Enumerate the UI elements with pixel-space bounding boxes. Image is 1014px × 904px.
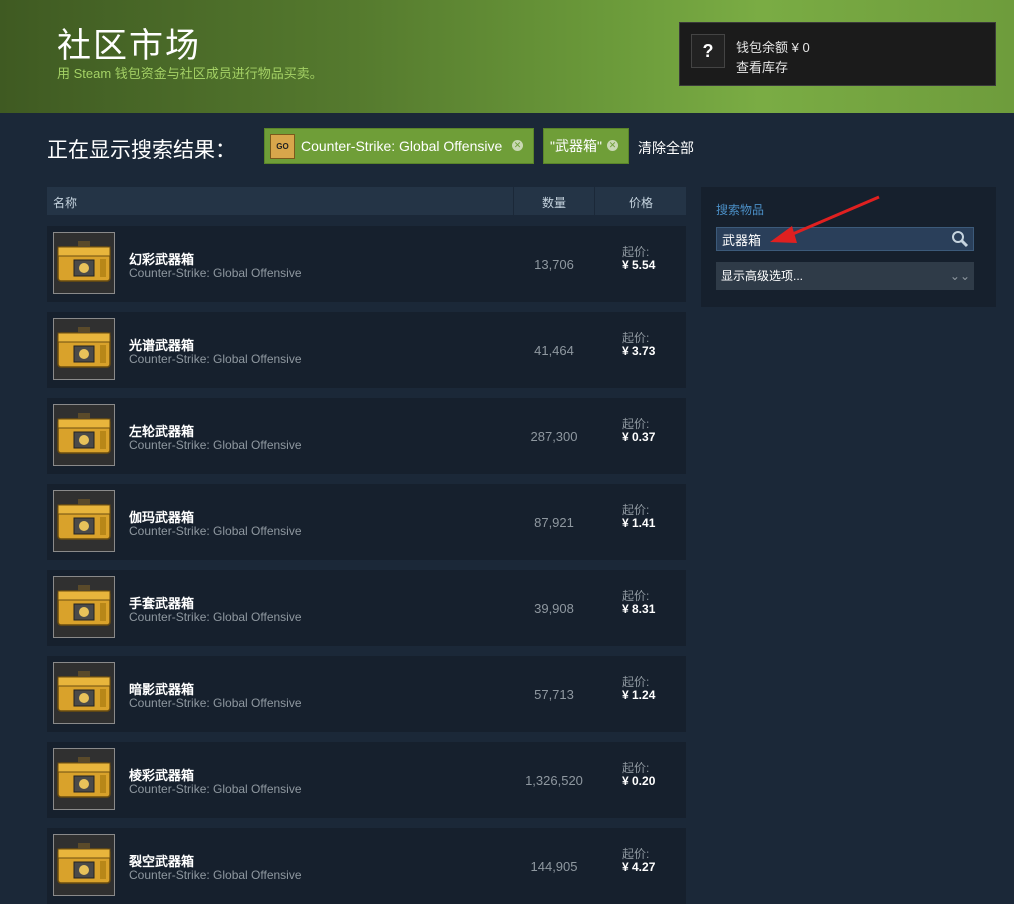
- market-listing-row[interactable]: 伽玛武器箱 Counter-Strike: Global Offensive 87,…: [47, 484, 686, 560]
- advanced-options-toggle[interactable]: 显示高级选项... ⌄⌄: [716, 262, 974, 290]
- search-input[interactable]: [717, 228, 945, 250]
- filter-chip-term-label: "武器箱": [550, 138, 602, 154]
- listing-quantity: 144,905: [530, 859, 578, 874]
- listing-game: Counter-Strike: Global Offensive: [129, 266, 302, 280]
- weapon-case-thumbnail[interactable]: [53, 834, 115, 896]
- listing-game: Counter-Strike: Global Offensive: [129, 352, 302, 366]
- listing-quantity: 287,300: [530, 429, 578, 444]
- listing-column-header: 名称 数量 价格: [47, 187, 686, 215]
- market-listing-row[interactable]: 左轮武器箱 Counter-Strike: Global Offensive 287…: [47, 398, 686, 474]
- market-listing-row[interactable]: 手套武器箱 Counter-Strike: Global Offensive 39,…: [47, 570, 686, 646]
- market-listing-row[interactable]: 棱彩武器箱 Counter-Strike: Global Offensive 1,3…: [47, 742, 686, 818]
- column-divider: [513, 187, 514, 215]
- listing-game: Counter-Strike: Global Offensive: [129, 782, 302, 796]
- listing-game: Counter-Strike: Global Offensive: [129, 696, 302, 710]
- listing-quantity: 87,921: [534, 515, 574, 530]
- wallet-panel: ? 钱包余额 ¥ 0 查看库存: [679, 22, 996, 86]
- search-box[interactable]: [716, 227, 974, 251]
- remove-filter-icon[interactable]: ✕: [607, 140, 618, 151]
- listing-game: Counter-Strike: Global Offensive: [129, 610, 302, 624]
- listing-price: ¥ 5.54: [622, 258, 656, 272]
- weapon-case-thumbnail[interactable]: [53, 404, 115, 466]
- column-quantity[interactable]: 数量: [542, 194, 566, 211]
- listing-quantity: 13,706: [534, 257, 574, 272]
- market-listing-row[interactable]: 幻彩武器箱 Counter-Strike: Global Offensive 13,…: [47, 226, 686, 302]
- listing-price: ¥ 1.24: [622, 688, 656, 702]
- listing-price: ¥ 1.41: [622, 516, 656, 530]
- listing-price: ¥ 3.73: [622, 344, 656, 358]
- page-title: 社区市场: [57, 26, 201, 66]
- market-listing-row[interactable]: 暗影武器箱 Counter-Strike: Global Offensive 57,…: [47, 656, 686, 732]
- results-label: 正在显示搜索结果：: [47, 138, 236, 162]
- double-chevron-down-icon: ⌄⌄: [949, 269, 970, 283]
- filter-chip-game[interactable]: GO Counter-Strike: Global Offensive ✕: [264, 128, 534, 164]
- filter-chip-game-label: Counter-Strike: Global Offensive: [301, 138, 503, 154]
- listing-price: ¥ 0.37: [622, 430, 656, 444]
- avatar[interactable]: ?: [691, 34, 725, 68]
- listing-quantity: 39,908: [534, 601, 574, 616]
- weapon-case-thumbnail[interactable]: [53, 662, 115, 724]
- listing-price: ¥ 0.20: [622, 774, 656, 788]
- search-label: 搜索物品: [716, 203, 765, 217]
- listing-price: ¥ 8.31: [622, 602, 656, 616]
- column-divider: [594, 187, 595, 215]
- weapon-case-thumbnail[interactable]: [53, 318, 115, 380]
- clear-all-link[interactable]: 清除全部: [638, 138, 694, 158]
- column-name[interactable]: 名称: [53, 194, 77, 211]
- filter-chip-term[interactable]: "武器箱" ✕: [543, 128, 629, 164]
- view-inventory-link[interactable]: 查看库存: [736, 57, 788, 76]
- weapon-case-thumbnail[interactable]: [53, 490, 115, 552]
- market-header: 社区市场 用 Steam 钱包资金与社区成员进行物品买卖。 ? 钱包余额 ¥ 0…: [0, 0, 1014, 113]
- listing-price: ¥ 4.27: [622, 860, 656, 874]
- page-subtitle: 用 Steam 钱包资金与社区成员进行物品买卖。: [57, 66, 323, 81]
- market-listing-row[interactable]: 裂空武器箱 Counter-Strike: Global Offensive 144…: [47, 828, 686, 904]
- wallet-balance: 钱包余额 ¥ 0: [736, 40, 810, 55]
- listing-game: Counter-Strike: Global Offensive: [129, 438, 302, 452]
- csgo-game-icon: GO: [270, 134, 295, 159]
- search-icon[interactable]: [951, 230, 969, 248]
- remove-filter-icon[interactable]: ✕: [512, 140, 523, 151]
- listing-quantity: 1,326,520: [525, 773, 583, 788]
- search-panel: 搜索物品 显示高级选项... ⌄⌄: [701, 187, 996, 307]
- listing-game: Counter-Strike: Global Offensive: [129, 868, 302, 882]
- weapon-case-thumbnail[interactable]: [53, 232, 115, 294]
- listing-game: Counter-Strike: Global Offensive: [129, 524, 302, 538]
- advanced-options-label: 显示高级选项...: [721, 269, 804, 283]
- listing-quantity: 57,713: [534, 687, 574, 702]
- column-price[interactable]: 价格: [629, 194, 653, 211]
- market-listing-row[interactable]: 光谱武器箱 Counter-Strike: Global Offensive 41,…: [47, 312, 686, 388]
- weapon-case-thumbnail[interactable]: [53, 748, 115, 810]
- listing-quantity: 41,464: [534, 343, 574, 358]
- weapon-case-thumbnail[interactable]: [53, 576, 115, 638]
